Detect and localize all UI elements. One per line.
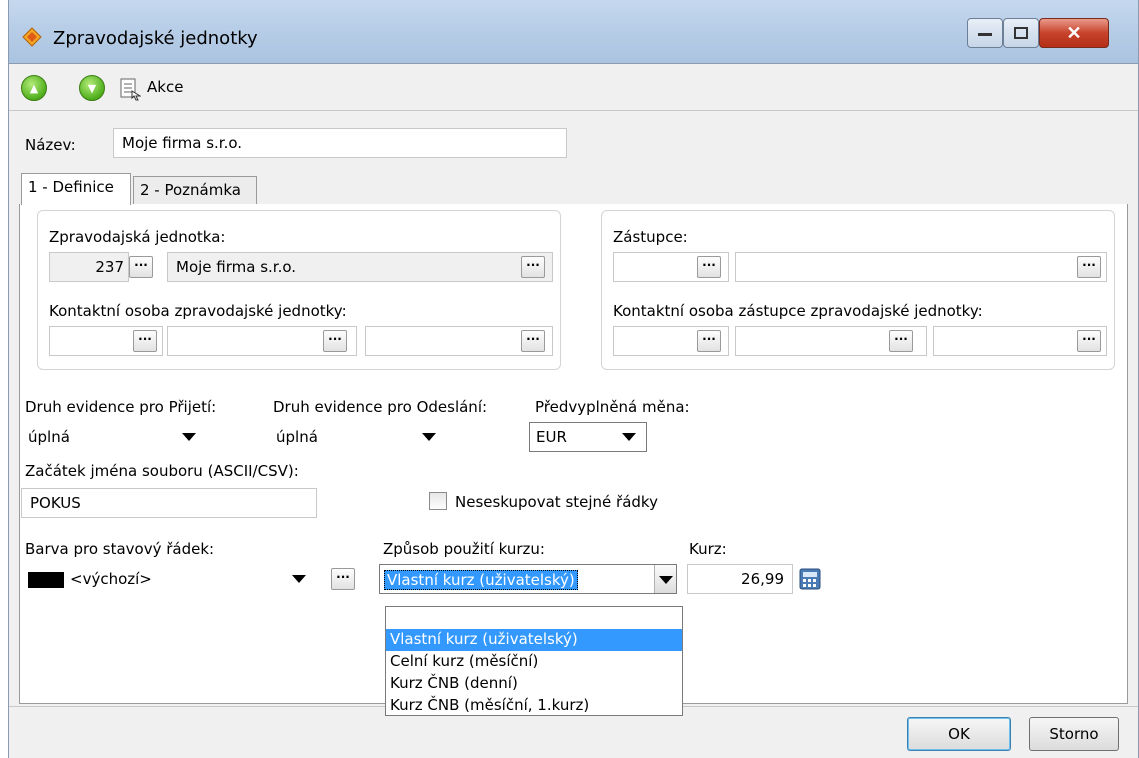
chevron-down-icon: [622, 433, 636, 441]
tab-definice[interactable]: 1 - Definice: [21, 173, 131, 205]
toolbar: ▲ ▼ Akce: [9, 65, 1138, 111]
actions-menu[interactable]: Akce: [147, 78, 183, 96]
dropdown-option-cnb-daily[interactable]: Kurz ČNB (denní): [386, 673, 682, 695]
tab-poznamka[interactable]: 2 - Poznámka: [133, 176, 257, 204]
name-label: Název:: [25, 136, 76, 154]
send-evidence-label: Druh evidence pro Odeslání:: [273, 398, 488, 416]
currency-value: EUR: [536, 428, 567, 446]
deputy-name-lookup-button[interactable]: ···: [1077, 256, 1101, 278]
status-color-value: <výchozí>: [70, 570, 152, 588]
deputy-contact-label: Kontaktní osoba zástupce zpravodajské je…: [613, 302, 983, 320]
minimize-button[interactable]: [967, 18, 1003, 48]
title-bar[interactable]: Zpravodajské jednotky ✕: [9, 0, 1138, 64]
unit-contact-label: Kontaktní osoba zpravodajské jednotky:: [49, 302, 347, 320]
color-swatch: [28, 571, 64, 588]
name-field[interactable]: Moje firma s.r.o.: [113, 128, 567, 158]
deputy-name-field[interactable]: [735, 252, 1107, 282]
deputy-contact-lookup-button-2[interactable]: ···: [889, 330, 913, 352]
rate-method-dropdown-list: Vlastní kurz (uživatelský) Celní kurz (m…: [385, 606, 683, 716]
maximize-button[interactable]: [1003, 18, 1039, 48]
maximize-icon: [1014, 27, 1028, 39]
rate-label: Kurz:: [689, 540, 727, 558]
unit-contact-lookup-button-1[interactable]: ···: [133, 330, 157, 352]
actions-icon[interactable]: [119, 77, 141, 101]
cancel-button[interactable]: Storno: [1029, 717, 1119, 751]
reporting-unit-label: Zpravodajská jednotka:: [49, 228, 226, 246]
receive-evidence-value: úplná: [28, 428, 70, 446]
send-evidence-select[interactable]: úplná: [269, 422, 447, 452]
dropdown-option-custom[interactable]: Vlastní kurz (uživatelský): [386, 629, 682, 651]
app-icon: [22, 27, 42, 47]
rate-method-label: Způsob použití kurzu:: [383, 540, 545, 558]
chevron-down-icon: [182, 433, 196, 441]
deputy-lookup-button[interactable]: ···: [697, 256, 721, 278]
file-prefix-label: Začátek jména souboru (ASCII/CSV):: [25, 462, 299, 480]
status-color-select[interactable]: <výchozí>: [21, 564, 317, 594]
deputy-contact-lookup-button-1[interactable]: ···: [697, 330, 721, 352]
reporting-unit-name-lookup-button[interactable]: ···: [521, 256, 545, 278]
rate-method-value: Vlastní kurz (uživatelský): [384, 570, 578, 590]
close-icon: ✕: [1066, 22, 1082, 43]
minimize-icon: [978, 33, 992, 36]
window-title: Zpravodajské jednotky: [53, 28, 258, 49]
close-button[interactable]: ✕: [1039, 18, 1109, 48]
status-color-label: Barva pro stavový řádek:: [25, 540, 215, 558]
reporting-unit-name[interactable]: Moje firma s.r.o.: [167, 252, 553, 282]
chevron-down-icon: [422, 433, 436, 441]
receive-evidence-label: Druh evidence pro Přijetí:: [25, 398, 217, 416]
unit-contact-lookup-button-3[interactable]: ···: [521, 330, 545, 352]
status-color-picker-button[interactable]: ···: [331, 568, 355, 590]
no-group-label: Neseskupovat stejné řádky: [455, 493, 658, 511]
arrow-down-circle-icon[interactable]: ▼: [79, 75, 105, 101]
dropdown-option-cnb-monthly[interactable]: Kurz ČNB (měsíční, 1.kurz): [386, 695, 682, 717]
calculator-icon[interactable]: [799, 568, 821, 590]
send-evidence-value: úplná: [276, 428, 318, 446]
rate-field[interactable]: 26,99: [687, 564, 793, 594]
chevron-down-icon: [292, 575, 306, 583]
file-prefix-field[interactable]: POKUS: [21, 488, 317, 518]
rate-method-select[interactable]: Vlastní kurz (uživatelský): [379, 564, 677, 594]
dialog-window: Zpravodajské jednotky ✕ ▲ ▼ Akce Název: …: [8, 0, 1139, 758]
arrow-up-circle-icon[interactable]: ▲: [21, 75, 47, 101]
dropdown-option-customs[interactable]: Celní kurz (měsíční): [386, 651, 682, 673]
ok-button[interactable]: OK: [907, 717, 1011, 751]
rate-method-dropdown-arrow[interactable]: [654, 565, 676, 593]
reporting-unit-number[interactable]: 237: [49, 252, 129, 282]
deputy-label: Zástupce:: [613, 228, 688, 246]
currency-select[interactable]: EUR: [529, 422, 647, 452]
deputy-contact-lookup-button-3[interactable]: ···: [1077, 330, 1101, 352]
dropdown-option-empty[interactable]: [386, 607, 682, 629]
reporting-unit-lookup-button[interactable]: ···: [129, 256, 153, 278]
unit-contact-lookup-button-2[interactable]: ···: [323, 330, 347, 352]
no-group-checkbox[interactable]: [429, 492, 447, 510]
receive-evidence-select[interactable]: úplná: [21, 422, 207, 452]
currency-label: Předvyplněná měna:: [535, 398, 690, 416]
